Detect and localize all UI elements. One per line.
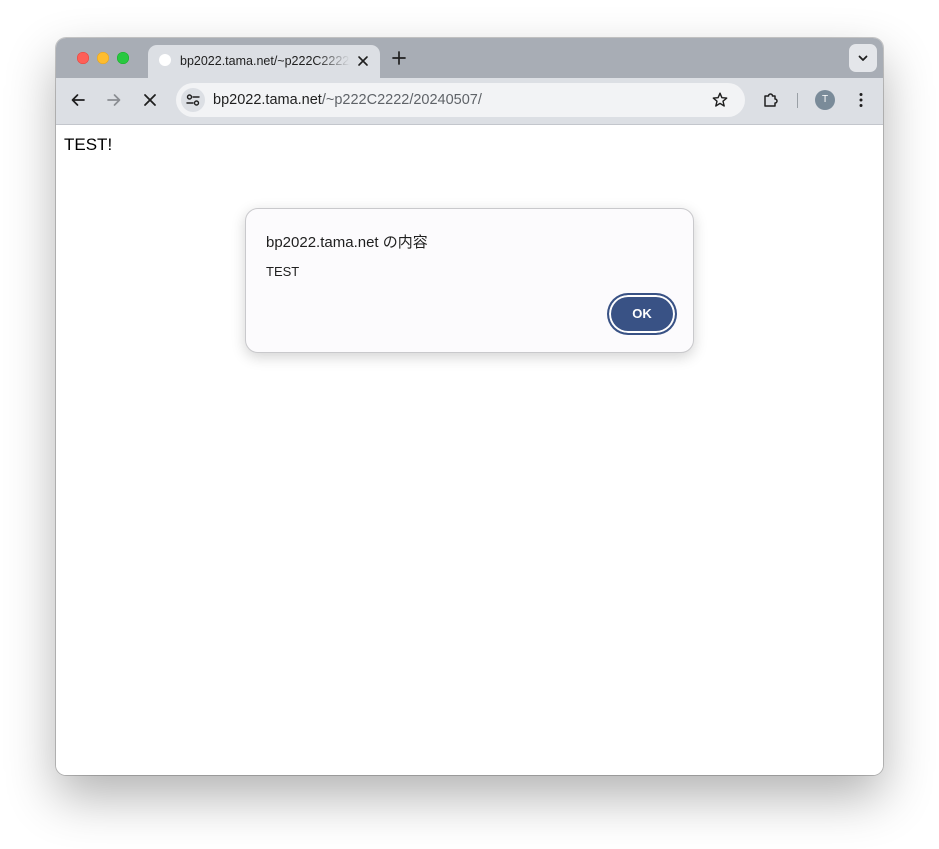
- site-info-button[interactable]: [181, 88, 205, 112]
- toolbar: bp2022.tama.net/~p222C2222/20240507/ T: [56, 78, 883, 125]
- tab-title: bp2022.tama.net/~p222C2222/20240507/: [180, 54, 350, 68]
- forward-button[interactable]: [105, 91, 123, 109]
- page-body-text: TEST!: [64, 135, 113, 154]
- dialog-title: bp2022.tama.net の内容: [266, 234, 428, 251]
- page-content: TEST! bp2022.tama.net の内容 TEST OK: [56, 125, 883, 775]
- url-text: bp2022.tama.net/~p222C2222/20240507/: [213, 91, 482, 109]
- window-close-button[interactable]: [77, 52, 89, 64]
- tune-icon: [186, 94, 200, 106]
- tab-active[interactable]: bp2022.tama.net/~p222C2222/20240507/: [148, 45, 380, 78]
- favicon-icon: [159, 54, 171, 66]
- window-minimize-button[interactable]: [97, 52, 109, 64]
- address-bar[interactable]: bp2022.tama.net/~p222C2222/20240507/: [176, 83, 745, 117]
- window-maximize-button[interactable]: [117, 52, 129, 64]
- back-button[interactable]: [69, 91, 87, 109]
- browser-window: bp2022.tama.net/~p222C2222/20240507/: [56, 38, 883, 775]
- alert-dialog: bp2022.tama.net の内容 TEST OK: [245, 208, 694, 353]
- stop-loading-button[interactable]: [141, 91, 159, 109]
- title-bar: bp2022.tama.net/~p222C2222/20240507/: [56, 38, 883, 78]
- bookmark-star-icon[interactable]: [711, 91, 729, 109]
- tab-close-icon[interactable]: [355, 53, 371, 69]
- profile-avatar[interactable]: T: [815, 90, 835, 110]
- toolbar-separator: [797, 93, 798, 108]
- extensions-puzzle-icon[interactable]: [762, 91, 780, 109]
- url-path: /~p222C2222/20240507/: [321, 92, 482, 108]
- dialog-message: TEST: [266, 264, 300, 279]
- url-host: bp2022.tama.net: [213, 92, 322, 108]
- ok-button[interactable]: OK: [608, 294, 676, 334]
- browser-menu-kebab-icon[interactable]: [852, 91, 870, 109]
- tab-search-button[interactable]: [849, 44, 877, 72]
- new-tab-button[interactable]: [391, 50, 407, 66]
- chevron-down-icon: [858, 55, 868, 61]
